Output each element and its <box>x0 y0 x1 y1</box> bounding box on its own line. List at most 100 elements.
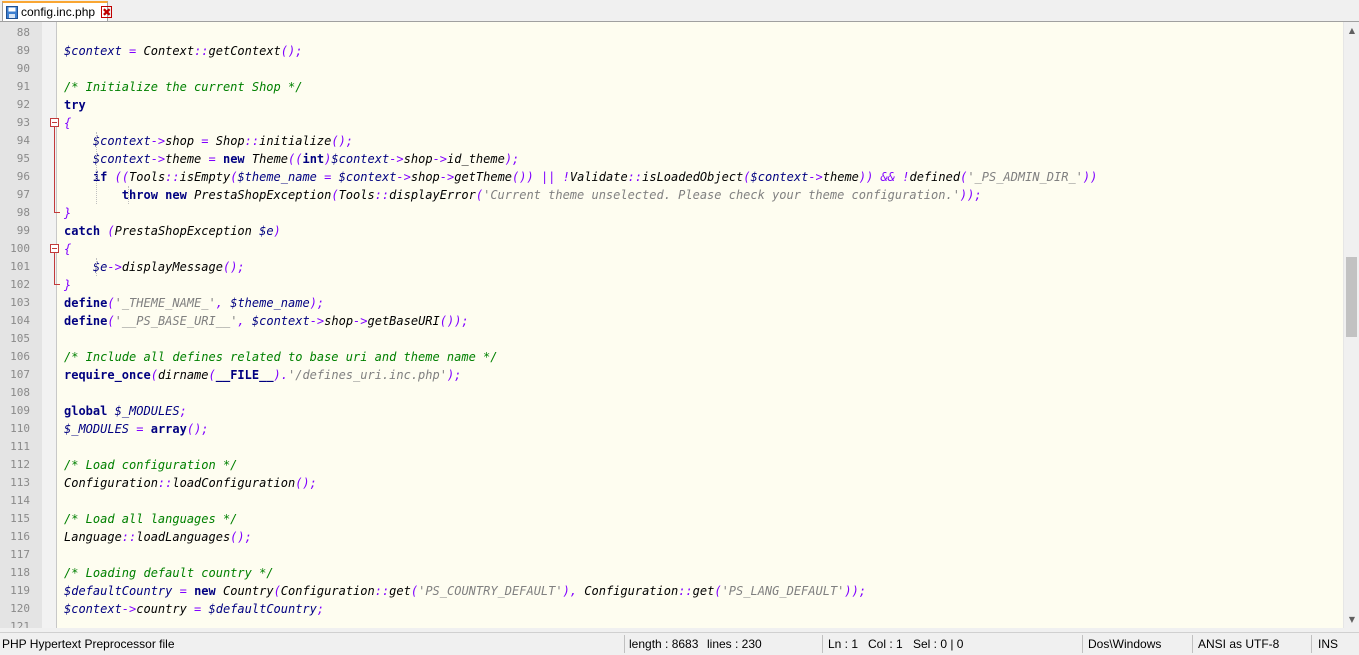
line-number: 97 <box>16 188 30 201</box>
code-text: catch (PrestaShopException $e) <box>64 224 281 238</box>
code-line[interactable]: 103 define('_THEME_NAME_', $theme_name); <box>0 294 1343 312</box>
code-line[interactable]: 102} <box>0 276 1343 294</box>
code-line[interactable]: 89 $context = Context::getContext(); <box>0 42 1343 60</box>
code-text: } <box>64 278 72 292</box>
line-number: 114 <box>10 494 30 507</box>
fold-line <box>54 258 55 276</box>
status-eol[interactable]: Dos\Windows <box>1088 633 1161 655</box>
fold-line <box>54 168 55 186</box>
code-line[interactable]: 110 $_MODULES = array(); <box>0 420 1343 438</box>
code-line[interactable]: 111 <box>0 438 1343 456</box>
fold-end-marker <box>54 276 60 285</box>
code-text: global $_MODULES; <box>64 404 187 418</box>
code-line[interactable]: 91 /* Initialize the current Shop */ <box>0 78 1343 96</box>
code-line[interactable]: 90 <box>0 60 1343 78</box>
code-text: $e->displayMessage(); <box>92 260 245 274</box>
code-text: $context = Context::getContext(); <box>64 44 303 58</box>
code-text: throw new PrestaShopException(Tools::dis… <box>121 188 982 202</box>
line-number: 93 <box>16 116 30 129</box>
code-text: define('__PS_BASE_URI__', $context->shop… <box>64 314 469 328</box>
line-number: 108 <box>10 386 30 399</box>
code-line[interactable]: 88 <box>0 24 1343 42</box>
code-line[interactable]: 97 throw new PrestaShopException(Tools::… <box>0 186 1343 204</box>
code-line[interactable]: 94 $context->shop = Shop::initialize(); <box>0 132 1343 150</box>
vertical-scrollbar[interactable]: ▲ ▼ <box>1343 22 1359 628</box>
line-number: 104 <box>10 314 30 327</box>
code-text: /* Initialize the current Shop */ <box>64 80 303 94</box>
status-insert-mode[interactable]: INS <box>1318 633 1338 655</box>
code-text: $defaultCountry = new Country(Configurat… <box>64 584 867 598</box>
code-line[interactable]: 109 global $_MODULES; <box>0 402 1343 420</box>
code-text: } <box>64 206 72 220</box>
scroll-down-icon[interactable]: ▼ <box>1344 611 1359 628</box>
line-number: 118 <box>10 566 30 579</box>
file-saved-icon <box>6 5 18 19</box>
status-sel: Sel : 0 | 0 <box>913 637 964 651</box>
scrollbar-thumb[interactable] <box>1346 257 1357 337</box>
code-line[interactable]: 95 $context->theme = new Theme((int)$con… <box>0 150 1343 168</box>
line-number: 88 <box>16 26 30 39</box>
line-number: 100 <box>10 242 30 255</box>
close-icon[interactable]: ✖ <box>101 6 113 18</box>
code-text: try <box>64 98 86 112</box>
code-text: $context->shop = Shop::initialize(); <box>92 134 354 148</box>
line-number: 116 <box>10 530 30 543</box>
code-line[interactable]: 120 $context->country = $defaultCountry; <box>0 600 1343 618</box>
code-line[interactable]: 118 /* Loading default country */ <box>0 564 1343 582</box>
code-text: $_MODULES = array(); <box>64 422 209 436</box>
fold-toggle-icon[interactable] <box>50 118 59 127</box>
code-line[interactable]: 92 try <box>0 96 1343 114</box>
status-separator <box>1082 635 1083 653</box>
status-col: Col : 1 <box>868 637 903 651</box>
code-line[interactable]: 101 $e->displayMessage(); <box>0 258 1343 276</box>
indent-guide <box>96 132 98 204</box>
line-number: 98 <box>16 206 30 219</box>
code-line[interactable]: 114 <box>0 492 1343 510</box>
code-text: { <box>64 116 72 130</box>
line-number: 90 <box>16 62 30 75</box>
code-line[interactable]: 100 { <box>0 240 1343 258</box>
code-line[interactable]: 99 catch (PrestaShopException $e) <box>0 222 1343 240</box>
status-separator <box>822 635 823 653</box>
code-text: $context->theme = new Theme((int)$contex… <box>92 152 520 166</box>
tab-config-inc-php[interactable]: config.inc.php ✖ <box>2 1 113 21</box>
tab-bar: config.inc.php ✖ <box>0 0 1359 22</box>
line-number: 99 <box>16 224 30 237</box>
code-line[interactable]: 121 <box>0 618 1343 628</box>
code-line[interactable]: 112 /* Load configuration */ <box>0 456 1343 474</box>
code-line[interactable]: 105 <box>0 330 1343 348</box>
code-line[interactable]: 96 if ((Tools::isEmpty($theme_name = $co… <box>0 168 1343 186</box>
code-line[interactable]: 93 { <box>0 114 1343 132</box>
line-number: 109 <box>10 404 30 417</box>
code-line[interactable]: 119 $defaultCountry = new Country(Configu… <box>0 582 1343 600</box>
line-number: 115 <box>10 512 30 525</box>
code-line[interactable]: 104 define('__PS_BASE_URI__', $context->s… <box>0 312 1343 330</box>
code-line[interactable]: 116 Language::loadLanguages(); <box>0 528 1343 546</box>
indent-guide <box>96 258 98 276</box>
line-number: 101 <box>10 260 30 273</box>
code-line[interactable]: 107 require_once(dirname(__FILE__).'/defi… <box>0 366 1343 384</box>
line-number: 106 <box>10 350 30 363</box>
line-number: 105 <box>10 332 30 345</box>
code-text: { <box>64 242 72 256</box>
code-line[interactable]: 115 /* Load all languages */ <box>0 510 1343 528</box>
code-line[interactable]: 113 Configuration::loadConfiguration(); <box>0 474 1343 492</box>
status-separator <box>1311 635 1312 653</box>
scroll-up-icon[interactable]: ▲ <box>1344 22 1359 39</box>
fold-line <box>54 132 55 150</box>
fold-toggle-icon[interactable] <box>50 244 59 253</box>
code-line[interactable]: 106 /* Include all defines related to bas… <box>0 348 1343 366</box>
code-line[interactable]: 117 <box>0 546 1343 564</box>
code-line[interactable]: 108 <box>0 384 1343 402</box>
code-line[interactable]: 98} <box>0 204 1343 222</box>
code-editor[interactable]: 8889 $context = Context::getContext();909… <box>0 22 1359 628</box>
line-number: 112 <box>10 458 30 471</box>
line-number: 103 <box>10 296 30 309</box>
fold-line <box>54 150 55 168</box>
code-text: Configuration::loadConfiguration(); <box>64 476 317 490</box>
status-encoding[interactable]: ANSI as UTF-8 <box>1198 633 1279 655</box>
line-number: 89 <box>16 44 30 57</box>
indent-guide <box>128 186 130 204</box>
code-text: /* Load configuration */ <box>64 458 238 472</box>
code-text: Language::loadLanguages(); <box>64 530 252 544</box>
